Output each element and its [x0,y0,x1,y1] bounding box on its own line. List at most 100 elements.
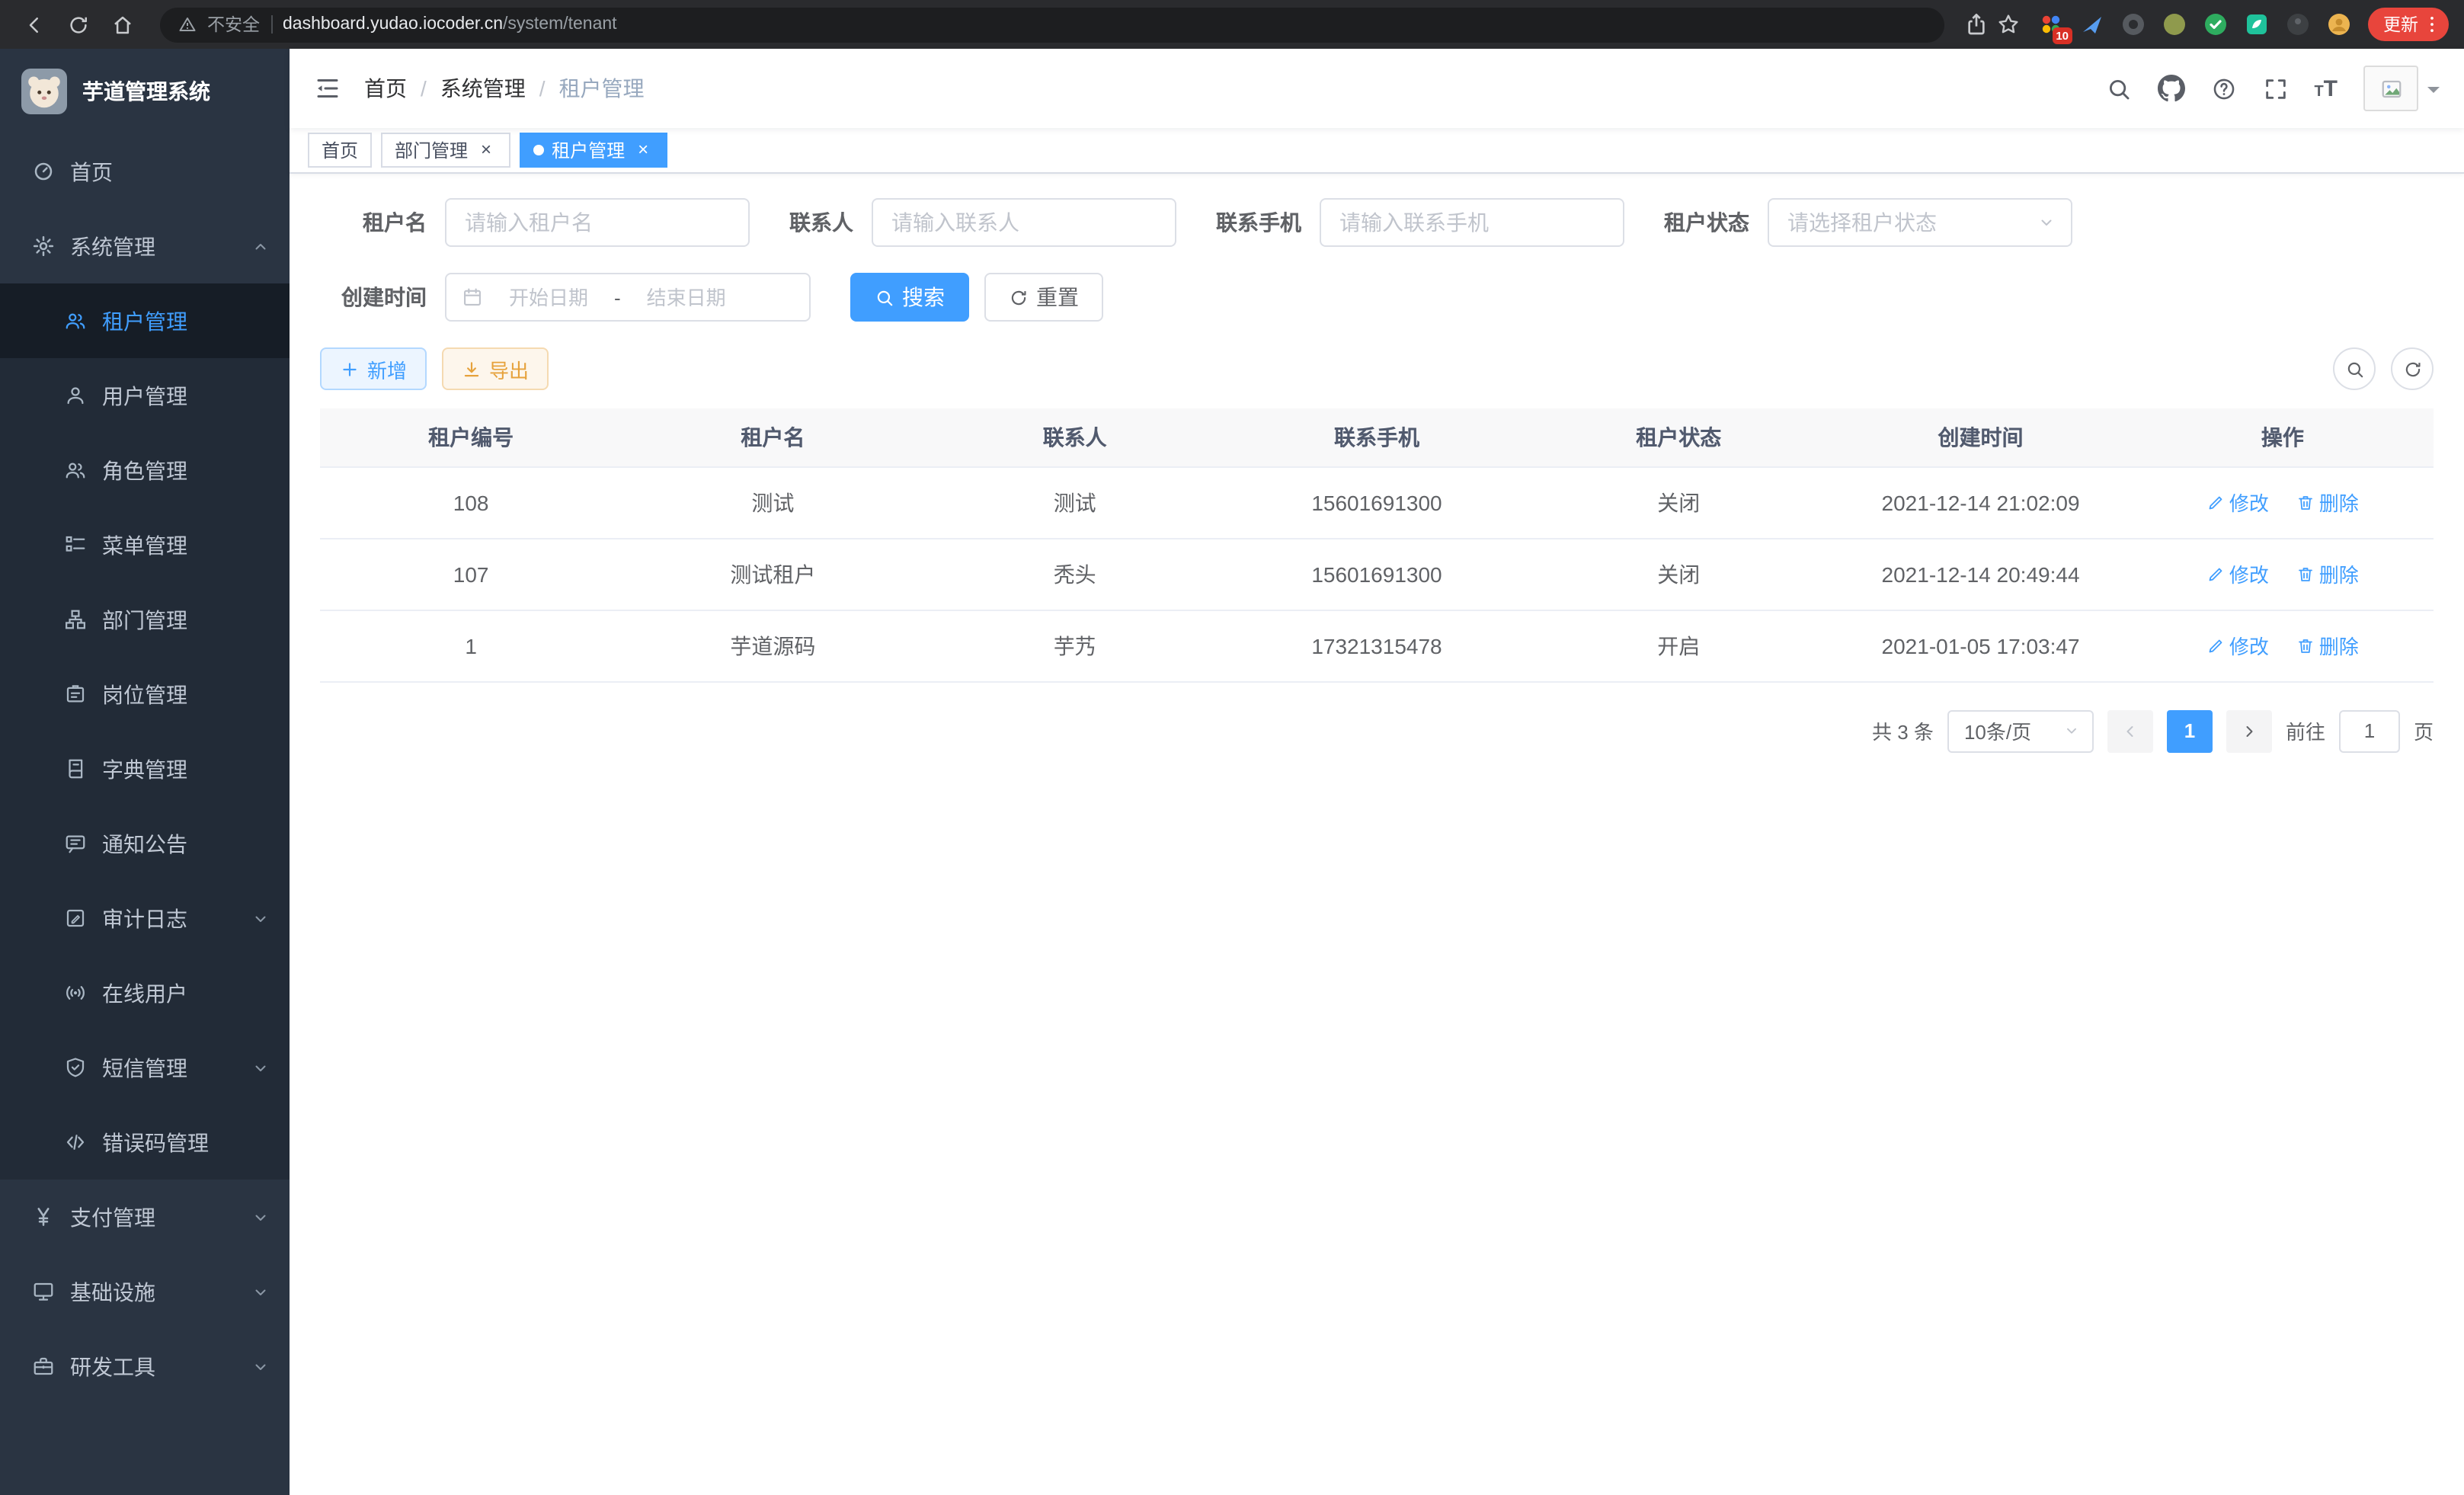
filter-phone: 联系手机 [1216,198,1624,247]
tab-tenant-management[interactable]: 租户管理 × [520,133,667,168]
tabs-bar: 首页 部门管理 × 租户管理 × [290,128,2464,174]
green-square-icon [2244,12,2268,37]
sidebar-item-notice[interactable]: 通知公告 [0,806,290,881]
end-date-input[interactable] [630,286,743,309]
start-date-input[interactable] [492,286,605,309]
tab-dept-management[interactable]: 部门管理 × [381,133,510,168]
reset-button[interactable]: 重置 [984,273,1103,322]
hamster-logo-icon [21,69,67,114]
column-operations: 操作 [2132,408,2434,466]
page-unit-label: 页 [2414,716,2434,745]
refresh-table-button[interactable] [2391,347,2434,390]
menu-tree-icon [64,533,87,556]
cell-contact: 测试 [924,466,1226,538]
system-management-submenu: 租户管理 用户管理 角色管理 菜单管理 [0,283,290,1180]
address-bar[interactable]: 不安全 dashboard.yudao.iocoder.cn/system/te… [160,7,1944,42]
filter-tenant-name: 租户名 [320,198,750,247]
delete-button[interactable]: 删除 [2296,488,2359,517]
sidebar-logo[interactable]: 芋道管理系统 [0,49,290,134]
user-avatar-dropdown[interactable] [2363,66,2440,111]
page-number-1[interactable]: 1 [2167,709,2213,752]
book-icon [64,757,87,780]
sidebar-toggle-button[interactable] [314,75,341,102]
tenant-name-input[interactable] [445,198,750,247]
logo-image [21,69,67,114]
sidebar-item-dev-tools[interactable]: 研发工具 [0,1329,290,1404]
goto-page-input[interactable] [2339,709,2400,752]
cell-tenant-id: 107 [320,538,622,610]
extension-icon-5[interactable] [2202,11,2228,37]
toggle-search-button[interactable] [2333,347,2376,390]
help-button[interactable] [2210,75,2236,101]
delete-button[interactable]: 删除 [2296,631,2359,660]
breadcrumb-system-management[interactable]: 系统管理 [440,73,526,104]
kebab-menu-icon[interactable] [2421,14,2443,35]
sidebar-item-error-code-management[interactable]: 错误码管理 [0,1105,290,1180]
create-time-range-picker[interactable]: - [445,273,811,322]
trash-icon [2296,493,2315,511]
browser-back-button[interactable] [15,6,52,43]
header-search-button[interactable] [2105,75,2131,101]
navbar-actions: TT [2105,66,2440,111]
page-size-select[interactable]: 10条/页 [1947,709,2094,752]
font-size-button[interactable]: TT [2314,75,2338,101]
browser-update-button[interactable]: 更新 [2368,8,2449,41]
delete-button[interactable]: 删除 [2296,559,2359,588]
sidebar-item-system-management[interactable]: 系统管理 [0,209,290,283]
font-size-icon: T [2324,75,2338,101]
update-label: 更新 [2383,12,2418,37]
edit-button[interactable]: 修改 [2206,631,2269,660]
breadcrumb-home[interactable]: 首页 [364,73,407,104]
sidebar-item-infrastructure[interactable]: 基础设施 [0,1254,290,1329]
tenant-status-select[interactable]: 请选择租户状态 [1768,198,2072,247]
close-icon[interactable]: × [475,139,497,161]
sidebar-item-online-users[interactable]: 在线用户 [0,956,290,1030]
filter-form-row-1: 租户名 联系人 联系手机 租户状态 请选择租户状态 [320,198,2434,247]
tab-home[interactable]: 首页 [308,133,372,168]
home-icon [110,13,133,36]
export-button[interactable]: 导出 [442,347,549,390]
sidebar-item-menu-management[interactable]: 菜单管理 [0,507,290,582]
extension-icon-3[interactable] [2120,11,2146,37]
sidebar-item-sms-management[interactable]: 短信管理 [0,1030,290,1105]
sidebar-item-user-management[interactable]: 用户管理 [0,358,290,433]
sidebar-item-role-management[interactable]: 角色管理 [0,433,290,507]
sidebar-item-dict-management[interactable]: 字典管理 [0,731,290,806]
github-button[interactable] [2157,75,2184,102]
extension-icon-1[interactable]: 10 [2037,11,2063,37]
extension-icon-8[interactable] [2325,11,2351,37]
extension-icon-7[interactable] [2284,11,2310,37]
create-time-label: 创建时间 [320,282,427,312]
next-page-button[interactable] [2226,709,2272,752]
bookmark-star-button[interactable] [1996,12,2021,37]
sidebar-item-dept-management[interactable]: 部门管理 [0,582,290,657]
contact-input[interactable] [872,198,1176,247]
add-button[interactable]: 新增 [320,347,427,390]
browser-reload-button[interactable] [59,6,96,43]
prev-page-button[interactable] [2107,709,2153,752]
delete-label: 删除 [2319,488,2359,517]
browser-home-button[interactable] [104,6,140,43]
phone-input[interactable] [1320,198,1624,247]
sidebar-item-home[interactable]: 首页 [0,134,290,209]
search-button[interactable]: 搜索 [850,273,969,322]
extension-icon-6[interactable] [2243,11,2269,37]
trash-icon [2296,565,2315,583]
screen: 不安全 dashboard.yudao.iocoder.cn/system/te… [0,0,2464,1495]
extension-icon-2[interactable] [2078,11,2104,37]
sidebar-item-pay-management[interactable]: 支付管理 [0,1180,290,1254]
extension-icon-4[interactable] [2161,11,2187,37]
edit-button[interactable]: 修改 [2206,559,2269,588]
close-icon[interactable]: × [632,139,654,161]
gear-icon [32,235,55,258]
tab-label: 部门管理 [395,137,468,163]
sidebar-item-post-management[interactable]: 岗位管理 [0,657,290,731]
sidebar-item-audit-log[interactable]: 审计日志 [0,881,290,956]
table-header-row: 租户编号 租户名 联系人 联系手机 租户状态 创建时间 操作 [320,408,2434,466]
share-button[interactable] [1964,12,1989,37]
sidebar-item-tenant-management[interactable]: 租户管理 [0,283,290,358]
url-host: dashboard.yudao.iocoder.cn [283,15,503,34]
fullscreen-button[interactable] [2262,75,2288,101]
sidebar-item-label: 岗位管理 [102,679,187,709]
edit-button[interactable]: 修改 [2206,488,2269,517]
